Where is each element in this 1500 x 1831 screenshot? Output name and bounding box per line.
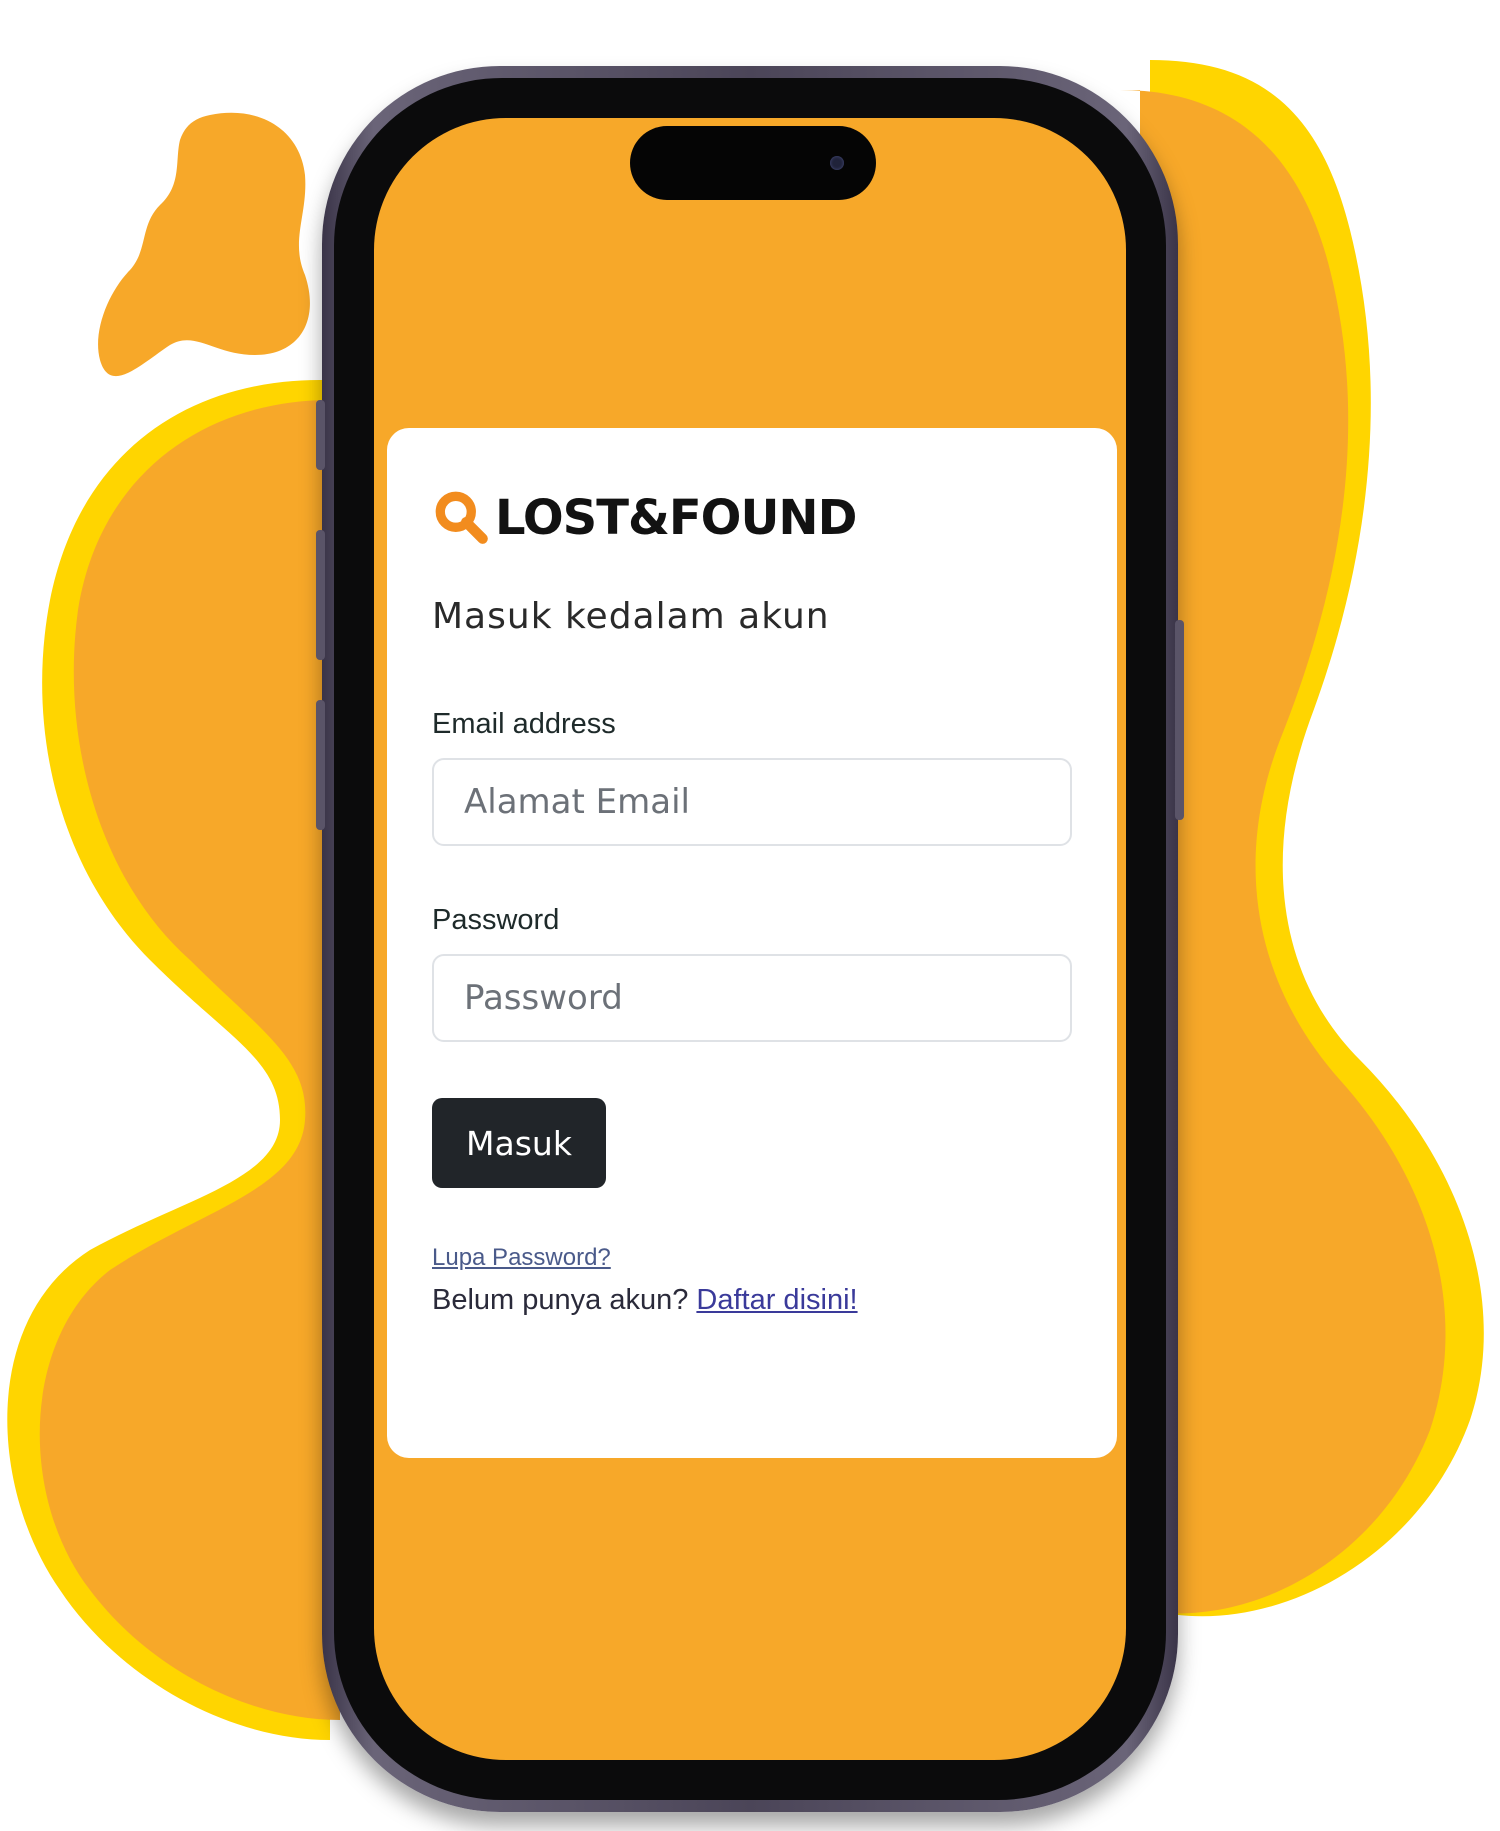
forgot-password-link[interactable]: Lupa Password? <box>432 1244 611 1272</box>
phone-power-button <box>1175 620 1184 820</box>
mockup-stage: LOST&FOUND Masuk kedalam akun Email addr… <box>0 0 1500 1831</box>
phone-side-button <box>316 400 325 470</box>
signup-prompt: Belum punya akun? <box>432 1284 689 1316</box>
password-label: Password <box>432 904 560 936</box>
page-title: Masuk kedalam akun <box>432 596 830 637</box>
brand-name: LOST&FOUND <box>495 490 857 546</box>
signup-link[interactable]: Daftar disini! <box>696 1284 857 1316</box>
login-button[interactable]: Masuk <box>432 1098 606 1188</box>
email-label: Email address <box>432 708 616 740</box>
brand-logo: LOST&FOUND <box>431 488 857 548</box>
phone-volume-up-button <box>316 530 325 660</box>
magnifier-icon <box>435 491 488 544</box>
signup-line: Belum punya akun? Daftar disini! <box>432 1284 858 1317</box>
front-camera-icon <box>830 156 844 170</box>
email-field[interactable] <box>432 758 1072 846</box>
phone-volume-down-button <box>316 700 325 830</box>
dynamic-island <box>630 126 876 200</box>
login-card: LOST&FOUND Masuk kedalam akun Email addr… <box>387 428 1117 1458</box>
password-field[interactable] <box>432 954 1072 1042</box>
